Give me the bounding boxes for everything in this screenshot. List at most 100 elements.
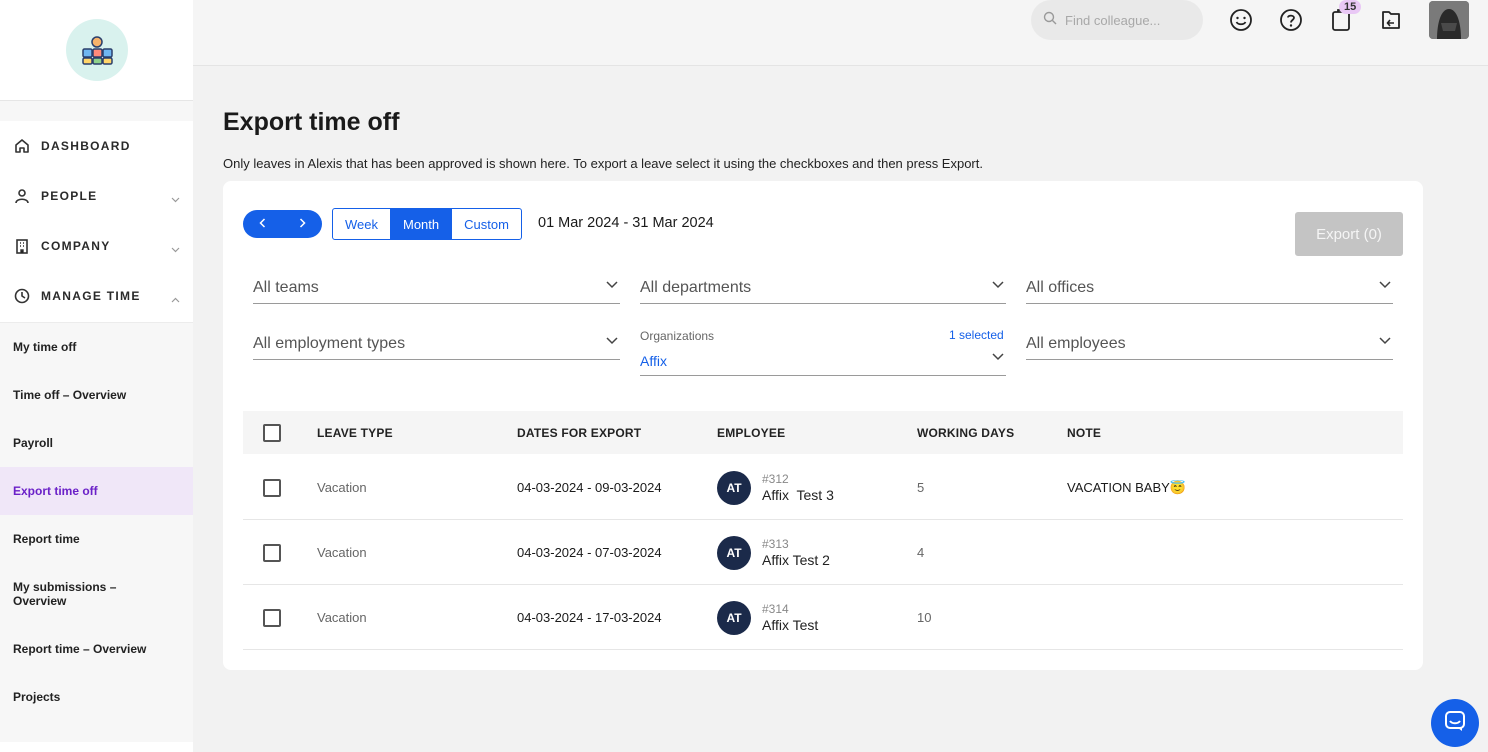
leave-type: Vacation [317,545,367,560]
employee-name[interactable]: Affix Test 2 [762,552,830,568]
chevron-down-icon [992,276,1004,294]
table-row[interactable]: Vacation 04-03-2024 - 07-03-2024 AT #313… [243,520,1403,585]
leave-type: Vacation [317,480,367,495]
page-description: Only leaves in Alexis that has been appr… [223,156,983,171]
table-row[interactable]: Vacation 04-03-2024 - 17-03-2024 AT #314… [243,585,1403,650]
avatar: AT [717,601,751,635]
offices-filter[interactable]: All offices [1026,276,1393,304]
building-icon [13,237,31,255]
table-row[interactable]: Vacation 04-03-2024 - 09-03-2024 AT #312… [243,455,1403,520]
chevron-down-icon [606,276,618,294]
organizations-selected-count: 1 selected [949,328,1004,342]
select-all-checkbox[interactable] [263,424,281,442]
chevron-left-icon [259,215,266,233]
search-input[interactable] [1065,12,1195,28]
colleague-search[interactable] [1031,0,1203,40]
departments-filter-value: All departments [640,279,752,296]
feedback-smiley-icon[interactable] [1229,8,1253,32]
nav-item-label: MANAGE TIME [41,289,141,303]
period-custom[interactable]: Custom [452,209,521,239]
working-days: 10 [917,610,932,625]
subnav-report-time[interactable]: Report time [0,515,193,563]
next-period-button[interactable] [283,210,323,238]
nav-item-company[interactable]: COMPANY [0,221,193,271]
employees-filter-value: All employees [1026,335,1126,352]
offices-filter-value: All offices [1026,279,1095,296]
export-button[interactable]: Export (0) [1295,212,1403,256]
departments-filter[interactable]: All departments [640,276,1006,304]
previous-period-button[interactable] [243,210,283,238]
header-dates-for-export: DATES FOR EXPORT [517,426,642,440]
subnav-time-off-overview[interactable]: Time off – Overview [0,371,193,419]
header-working-days: WORKING DAYS [917,426,1015,440]
nav-item-manage-time[interactable]: MANAGE TIME [0,271,193,321]
company-logo[interactable] [65,19,128,81]
period-month[interactable]: Month [391,209,453,239]
organizations-filter[interactable]: Affix [640,347,1006,376]
notifications-badge: 15 [1339,0,1362,14]
nav-item-people[interactable]: PEOPLE [0,171,193,221]
chevron-down-icon [1379,276,1391,294]
subnav-my-submissions-overview[interactable]: My submissions – Overview [0,563,130,625]
period-week[interactable]: Week [333,209,391,239]
date-range: 01 Mar 2024 - 31 Mar 2024 [538,215,714,231]
page-title: Export time off [223,108,400,136]
employee-id: #312 [762,472,789,486]
search-icon [1043,11,1057,30]
chevron-down-icon [1379,332,1391,350]
user-avatar[interactable] [1429,1,1469,39]
nav-item-label: COMPANY [41,239,111,253]
clock-icon [13,287,31,305]
chat-launcher-button[interactable] [1431,699,1479,747]
header-leave-type: LEAVE TYPE [317,426,393,440]
subnav-export-time-off[interactable]: Export time off [0,467,193,515]
person-icon [13,187,31,205]
notifications-icon[interactable]: 15 [1329,0,1362,32]
table-header: LEAVE TYPE DATES FOR EXPORT EMPLOYEE WOR… [243,411,1403,454]
nav-item-label: PEOPLE [41,189,98,203]
row-checkbox[interactable] [263,544,281,562]
subnav-my-time-off[interactable]: My time off [0,323,193,371]
avatar: AT [717,536,751,570]
dates-for-export: 04-03-2024 - 17-03-2024 [517,610,662,625]
employees-filter[interactable]: All employees [1026,332,1393,360]
nav-spacer [0,101,193,121]
employee-name[interactable]: Affix Test 3 [762,487,834,503]
organizations-label: Organizations [640,329,715,343]
row-checkbox[interactable] [263,609,281,627]
employee-id: #313 [762,537,789,551]
employee-name[interactable]: Affix Test [762,617,818,633]
employment-types-filter-value: All employment types [253,335,406,352]
organizations-filter-value: Affix [640,353,667,369]
chevron-down-icon [171,190,180,208]
nav-item-dashboard[interactable]: DASHBOARD [0,121,193,171]
chevron-down-icon [606,332,618,350]
employment-types-filter[interactable]: All employment types [253,332,620,360]
subnav-projects[interactable]: Projects [0,673,193,721]
working-days: 5 [917,480,925,495]
working-days: 4 [917,545,925,560]
note: VACATION BABY😇 [1067,480,1187,495]
row-checkbox[interactable] [263,479,281,497]
top-bar: 15 [193,0,1488,66]
sidebar: DASHBOARD PEOPLE COMPANY MANAGE TIME My … [0,0,193,752]
subnav-report-time-overview[interactable]: Report time – Overview [0,625,193,673]
switch-account-icon[interactable] [1379,8,1403,32]
header-note: NOTE [1067,426,1102,440]
teams-filter[interactable]: All teams [253,276,620,304]
manage-time-subnav: My time off Time off – Overview Payroll … [0,322,193,742]
help-icon[interactable] [1279,8,1303,32]
period-nav [243,210,322,238]
avatar: AT [717,471,751,505]
dates-for-export: 04-03-2024 - 07-03-2024 [517,545,662,560]
home-icon [13,137,31,155]
period-selector: Week Month Custom [332,208,522,240]
nav-item-label: DASHBOARD [41,139,131,153]
chat-icon [1444,710,1466,737]
chevron-right-icon [299,215,306,233]
header-employee: EMPLOYEE [717,426,786,440]
subnav-payroll[interactable]: Payroll [0,419,193,467]
dates-for-export: 04-03-2024 - 09-03-2024 [517,480,662,495]
main-nav: DASHBOARD PEOPLE COMPANY MANAGE TIME [0,121,193,321]
teams-filter-value: All teams [253,279,319,296]
